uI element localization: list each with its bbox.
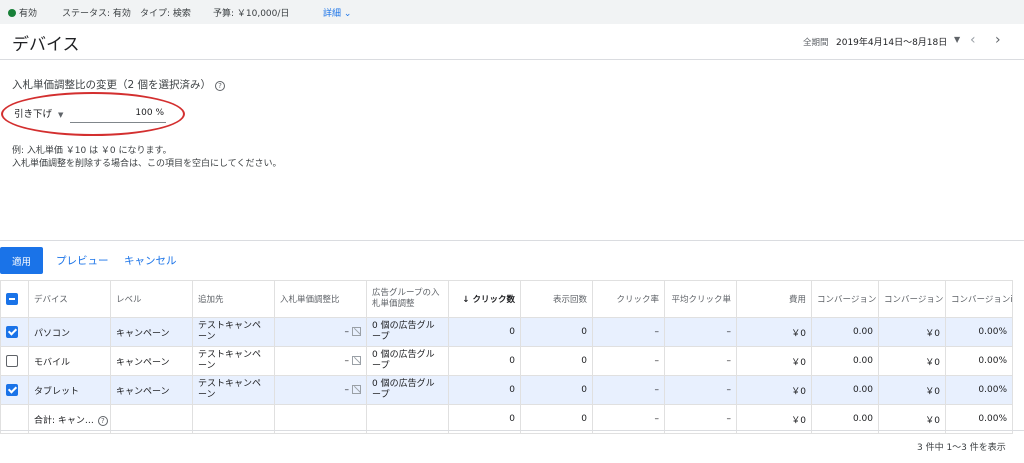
dropdown-caret-icon[interactable]: ▼: [954, 35, 960, 44]
pagination-count: 3 件中 1～3 件を表示: [917, 443, 1006, 453]
col-conv-rate[interactable]: コンバージョンi: [945, 280, 1013, 318]
edit-icon[interactable]: [352, 385, 361, 394]
cell-cost: ￥0: [736, 375, 812, 405]
cell-adgroup: 0 個の広告グループ: [366, 317, 449, 347]
status-detail: ステータス: 有効: [62, 9, 131, 19]
row-checkbox[interactable]: [6, 384, 18, 396]
bid-adjust-panel-title: 入札単価調整比の変更（2 個を選択済み）?: [12, 77, 226, 92]
cell-cost: ￥0: [736, 346, 812, 376]
status-bar: 有効 ステータス: 有効 タイプ: 検索 予算: ￥10,000/日 詳細 ⌄: [0, 0, 1024, 24]
col-clicks[interactable]: ↓ クリック数: [448, 280, 521, 318]
cell-level: キャンペーン: [110, 317, 193, 347]
status-dot-icon: [8, 9, 16, 17]
cell-clicks: 0: [448, 375, 521, 405]
cell-ctr: –: [592, 317, 665, 347]
help-icon[interactable]: ?: [215, 81, 226, 91]
cell-avg-cpc: –: [664, 346, 737, 376]
cell-bid-adj[interactable]: –: [274, 375, 367, 405]
cell-added-to: テストキャンペーン: [192, 375, 275, 405]
table-row[interactable]: タブレット キャンペーン テストキャンペーン – 0 個の広告グループ 0 0 …: [0, 375, 1013, 405]
date-range-label: 全期間: [803, 38, 829, 48]
col-added-to[interactable]: 追加先: [192, 280, 275, 318]
details-link[interactable]: 詳細 ⌄: [323, 6, 351, 19]
col-device[interactable]: デバイス: [28, 280, 111, 318]
col-level[interactable]: レベル: [110, 280, 193, 318]
cell-impressions: 0: [520, 346, 593, 376]
col-impressions[interactable]: 表示回数: [520, 280, 593, 318]
row-checkbox[interactable]: [6, 326, 18, 338]
cell-level: キャンペーン: [110, 346, 193, 376]
col-conv-cost[interactable]: コンバージョン: [878, 280, 946, 318]
cell-cost: ￥0: [736, 317, 812, 347]
cell-adgroup: 0 個の広告グループ: [366, 346, 449, 376]
page-title: デバイス: [12, 35, 80, 55]
cell-adgroup: 0 個の広告グループ: [366, 375, 449, 405]
cell-avg-cpc: –: [664, 375, 737, 405]
action-bar: 適用 プレビュー キャンセル: [0, 240, 1024, 276]
device-table: デバイス レベル 追加先 入札単価調整比 広告グループの入札単価調整 ↓ クリック…: [0, 280, 1013, 434]
page-header: デバイス 全期間 2019年4月14日～8月18日 ▼ ‹ ›: [0, 24, 1024, 60]
cell-conv-rate: 0.00%: [945, 317, 1013, 347]
preview-button[interactable]: プレビュー: [56, 253, 109, 268]
cell-conv-cost: ￥0: [878, 375, 946, 405]
table-header-row: デバイス レベル 追加先 入札単価調整比 広告グループの入札単価調整 ↓ クリック…: [0, 280, 1013, 318]
cell-conversions: 0.00: [811, 375, 879, 405]
chevron-down-icon: ⌄: [343, 9, 352, 19]
row-checkbox[interactable]: [6, 355, 18, 367]
cell-conversions: 0.00: [811, 317, 879, 347]
cell-ctr: –: [592, 346, 665, 376]
campaign-type: タイプ: 検索: [140, 9, 191, 19]
edit-icon[interactable]: [352, 327, 361, 336]
col-bid-adj[interactable]: 入札単価調整比: [274, 280, 367, 318]
cell-conv-cost: ￥0: [878, 346, 946, 376]
col-cost[interactable]: 費用: [736, 280, 812, 318]
budget: 予算: ￥10,000/日: [213, 9, 290, 19]
table-row[interactable]: モバイル キャンペーン テストキャンペーン – 0 個の広告グループ 0 0 –…: [0, 346, 1013, 376]
cell-impressions: 0: [520, 317, 593, 347]
cell-clicks: 0: [448, 317, 521, 347]
cell-conv-cost: ￥0: [878, 317, 946, 347]
footer-divider: [0, 430, 1024, 431]
select-all-checkbox[interactable]: [6, 293, 18, 305]
cell-conversions: 0.00: [811, 346, 879, 376]
cell-ctr: –: [592, 375, 665, 405]
help-icon[interactable]: ?: [97, 415, 108, 426]
highlight-annotation: [1, 92, 185, 136]
cell-device: モバイル: [28, 346, 111, 376]
cell-conv-rate: 0.00%: [945, 346, 1013, 376]
chevron-right-icon[interactable]: ›: [995, 32, 1001, 48]
cell-impressions: 0: [520, 375, 593, 405]
status-indicator: 有効: [8, 6, 37, 19]
cell-avg-cpc: –: [664, 317, 737, 347]
cell-conv-rate: 0.00%: [945, 375, 1013, 405]
cell-added-to: テストキャンペーン: [192, 317, 275, 347]
status-text: 有効: [19, 9, 38, 19]
table-row[interactable]: パソコン キャンペーン テストキャンペーン – 0 個の広告グループ 0 0 –…: [0, 317, 1013, 347]
cell-added-to: テストキャンペーン: [192, 346, 275, 376]
bid-hint: 例: 入札単価 ￥10 は ￥0 になります。 入札単価調整を削除する場合は、こ…: [12, 146, 282, 169]
apply-button[interactable]: 適用: [0, 247, 43, 274]
cell-bid-adj[interactable]: –: [274, 346, 367, 376]
col-conversions[interactable]: コンバージョン: [811, 280, 879, 318]
cell-level: キャンペーン: [110, 375, 193, 405]
chevron-left-icon[interactable]: ‹: [970, 32, 976, 48]
cancel-button[interactable]: キャンセル: [124, 253, 177, 268]
select-all-cell: [0, 280, 29, 318]
col-adgroup-bid-adj[interactable]: 広告グループの入札単価調整: [366, 280, 449, 318]
arrow-down-icon: ↓: [462, 295, 470, 305]
edit-icon[interactable]: [352, 356, 361, 365]
cell-device: パソコン: [28, 317, 111, 347]
cell-device: タブレット: [28, 375, 111, 405]
col-avg-cpc[interactable]: 平均クリック単: [664, 280, 737, 318]
cell-clicks: 0: [448, 346, 521, 376]
date-range-picker[interactable]: 2019年4月14日～8月18日: [836, 35, 947, 48]
col-ctr[interactable]: クリック率: [592, 280, 665, 318]
cell-bid-adj[interactable]: –: [274, 317, 367, 347]
